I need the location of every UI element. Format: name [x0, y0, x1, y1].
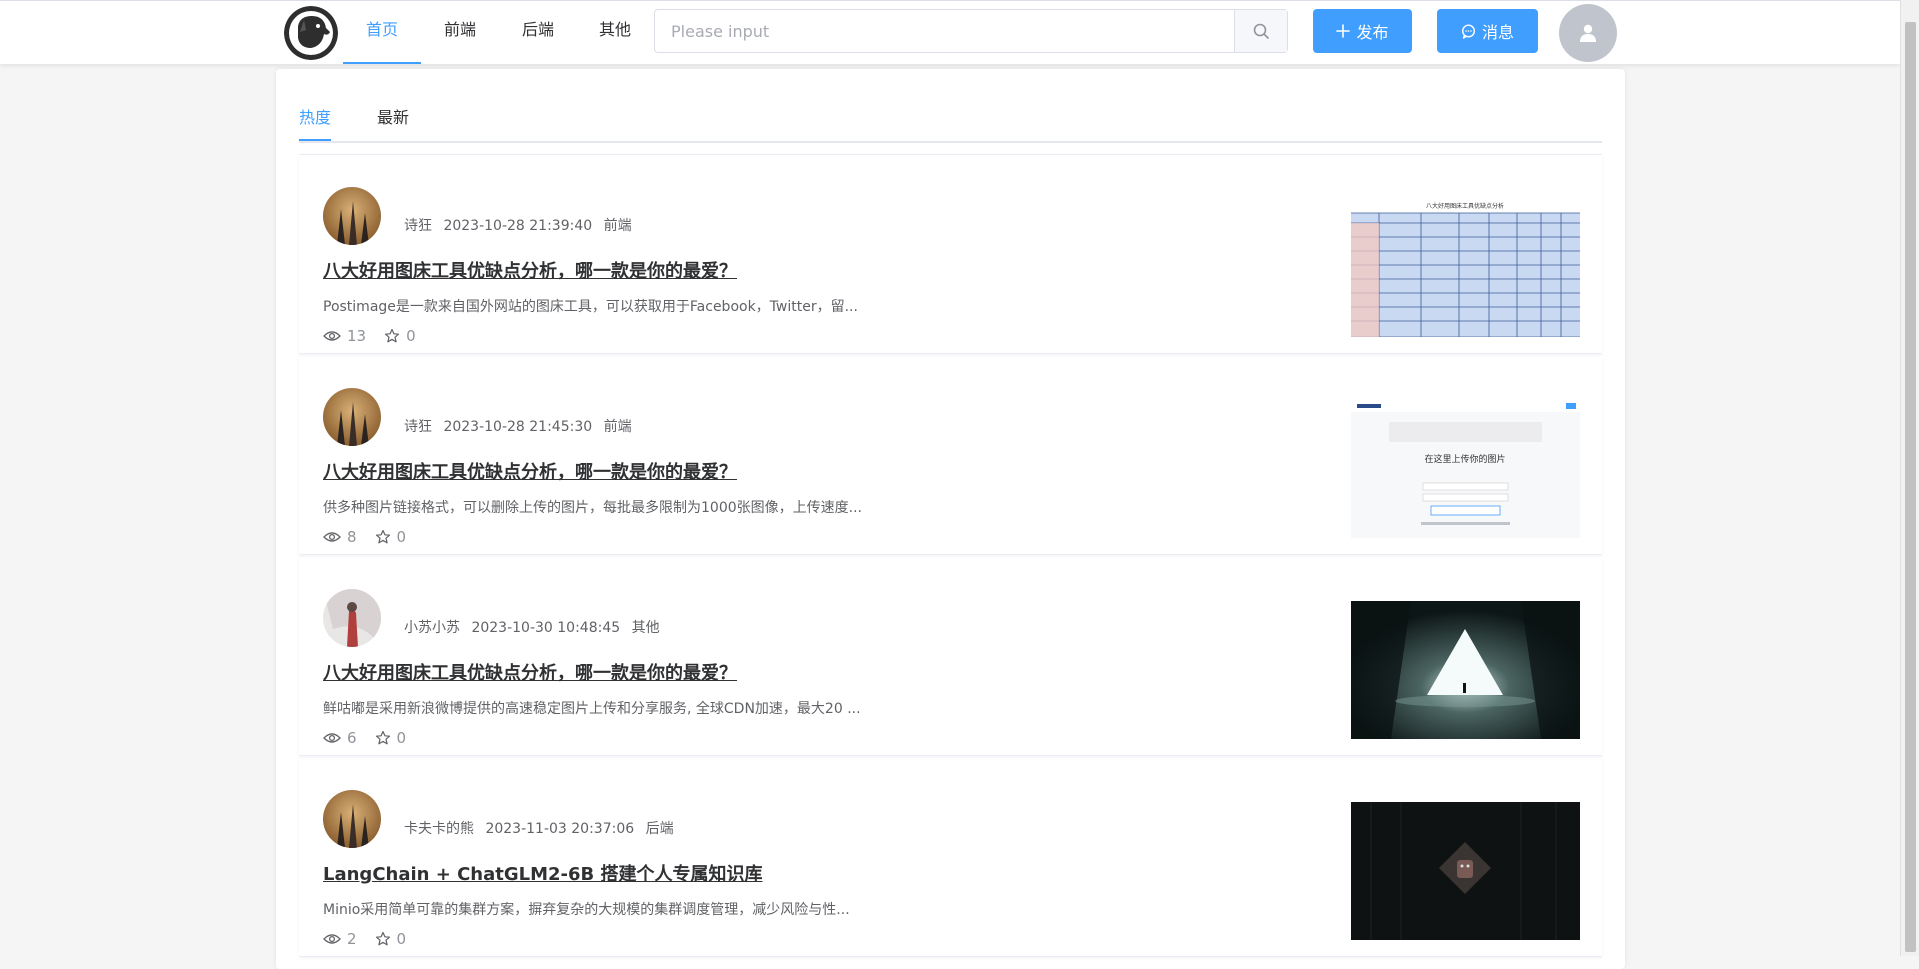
eye-icon — [323, 934, 341, 944]
article-item[interactable]: 诗狂 2023-10-28 21:39:40 前端 八大好用图床工具优缺点分析，… — [299, 155, 1602, 354]
author-avatar[interactable] — [323, 388, 381, 446]
search-box — [654, 9, 1288, 53]
views-count: 8 — [323, 528, 357, 546]
publish-time: 2023-10-28 21:45:30 — [443, 419, 593, 435]
site-logo[interactable] — [284, 6, 338, 60]
plus-icon — [1336, 24, 1351, 38]
top-navbar: 首页 前端 后端 其他 发布 消息 — [0, 0, 1900, 64]
article-stats: 8 0 — [323, 528, 424, 546]
search-input[interactable] — [655, 10, 1237, 52]
article-list: 诗狂 2023-10-28 21:39:40 前端 八大好用图床工具优缺点分析，… — [299, 154, 1602, 959]
chat-bubble-icon — [1461, 23, 1476, 39]
views-count: 2 — [323, 930, 357, 948]
category-label: 其他 — [631, 620, 660, 636]
category-label: 前端 — [603, 218, 632, 234]
article-summary: Postimage是一款来自国外网站的图床工具，可以获取用于Facebook，T… — [323, 299, 858, 315]
article-meta: 诗狂 2023-10-28 21:45:30 前端 — [404, 416, 639, 436]
article-item[interactable]: 诗狂 2023-10-28 21:45:30 前端 八大好用图床工具优缺点分析，… — [299, 356, 1602, 555]
article-stats: 2 0 — [323, 930, 424, 948]
author-name[interactable]: 诗狂 — [404, 419, 432, 435]
star-icon — [375, 730, 390, 745]
star-count[interactable]: 0 — [375, 528, 406, 546]
author-avatar[interactable] — [323, 187, 381, 245]
main-content-card: 热度 最新 诗狂 2023-10-28 21:39:40 前端 八大好用图床工具… — [276, 69, 1625, 969]
scrollbar-thumb[interactable] — [1905, 22, 1916, 952]
nav-home[interactable]: 首页 — [343, 1, 421, 64]
article-summary: Minio采用简单可靠的集群方案，摒弃复杂的大规模的集群调度管理，减少风险与性.… — [323, 902, 850, 918]
publish-label: 发布 — [1356, 23, 1389, 42]
article-item[interactable]: 卡夫卡的熊 2023-11-03 20:37:06 后端 LangChain +… — [299, 758, 1602, 957]
article-summary: 供多种图片链接格式，可以删除上传的图片，每批最多限制为1000张图像，上传速度.… — [323, 500, 862, 516]
message-label: 消息 — [1481, 23, 1514, 42]
article-meta: 诗狂 2023-10-28 21:39:40 前端 — [404, 215, 639, 235]
article-title[interactable]: 八大好用图床工具优缺点分析，哪一款是你的最爱？ — [323, 458, 737, 484]
search-button[interactable] — [1234, 10, 1287, 52]
publish-time: 2023-10-30 10:48:45 — [471, 620, 621, 636]
author-name[interactable]: 小苏小苏 — [404, 620, 460, 636]
page-scrollbar[interactable] — [1900, 0, 1919, 956]
star-icon — [384, 328, 400, 343]
sort-tabs: 热度 最新 — [299, 103, 1602, 143]
article-thumbnail[interactable] — [1351, 802, 1580, 940]
author-avatar[interactable] — [323, 589, 381, 647]
svg-text:在这里上传你的图片: 在这里上传你的图片 — [1424, 453, 1505, 465]
star-count[interactable]: 0 — [384, 327, 416, 345]
article-stats: 13 0 — [323, 327, 434, 345]
tab-hot[interactable]: 热度 — [299, 103, 331, 141]
star-icon — [375, 931, 390, 946]
article-thumbnail[interactable] — [1351, 601, 1580, 739]
message-button[interactable]: 消息 — [1437, 9, 1538, 53]
nav-frontend[interactable]: 前端 — [436, 1, 484, 62]
svg-text:八大好用图床工具优缺点分析: 八大好用图床工具优缺点分析 — [1426, 202, 1504, 210]
publish-time: 2023-10-28 21:39:40 — [443, 218, 593, 234]
user-avatar[interactable] — [1559, 4, 1617, 62]
dog-logo-icon — [284, 6, 338, 60]
eye-icon — [323, 733, 341, 743]
article-thumbnail[interactable]: 在这里上传你的图片 — [1351, 400, 1580, 538]
article-stats: 6 0 — [323, 729, 424, 747]
author-name[interactable]: 卡夫卡的熊 — [404, 821, 474, 837]
publish-button[interactable]: 发布 — [1313, 9, 1412, 53]
author-avatar[interactable] — [323, 790, 381, 848]
category-label: 前端 — [603, 419, 632, 435]
publish-time: 2023-11-03 20:37:06 — [485, 821, 635, 837]
nav-backend[interactable]: 后端 — [514, 1, 562, 62]
nav-other[interactable]: 其他 — [591, 1, 639, 62]
article-meta: 卡夫卡的熊 2023-11-03 20:37:06 后端 — [404, 818, 681, 838]
star-icon — [375, 529, 390, 544]
article-summary: 鲜咕嘟是采用新浪微博提供的高速稳定图片上传和分享服务, 全球CDN加速，最大20… — [323, 701, 861, 717]
author-name[interactable]: 诗狂 — [404, 218, 432, 234]
article-meta: 小苏小苏 2023-10-30 10:48:45 其他 — [404, 617, 667, 637]
article-title[interactable]: 八大好用图床工具优缺点分析，哪一款是你的最爱？ — [323, 659, 737, 685]
search-icon — [1253, 23, 1269, 39]
article-thumbnail[interactable]: 八大好用图床工具优缺点分析 — [1351, 199, 1580, 337]
views-count: 13 — [323, 327, 366, 345]
category-label: 后端 — [645, 821, 674, 837]
article-item[interactable]: 小苏小苏 2023-10-30 10:48:45 其他 八大好用图床工具优缺点分… — [299, 557, 1602, 756]
star-count[interactable]: 0 — [375, 930, 406, 948]
article-title[interactable]: 八大好用图床工具优缺点分析，哪一款是你的最爱？ — [323, 257, 737, 283]
article-title[interactable]: LangChain + ChatGLM2-6B 搭建个人专属知识库 — [323, 860, 763, 886]
star-count[interactable]: 0 — [375, 729, 406, 747]
eye-icon — [323, 532, 341, 542]
tab-latest[interactable]: 最新 — [377, 103, 411, 139]
user-icon — [1580, 24, 1596, 42]
views-count: 6 — [323, 729, 357, 747]
eye-icon — [323, 331, 341, 341]
